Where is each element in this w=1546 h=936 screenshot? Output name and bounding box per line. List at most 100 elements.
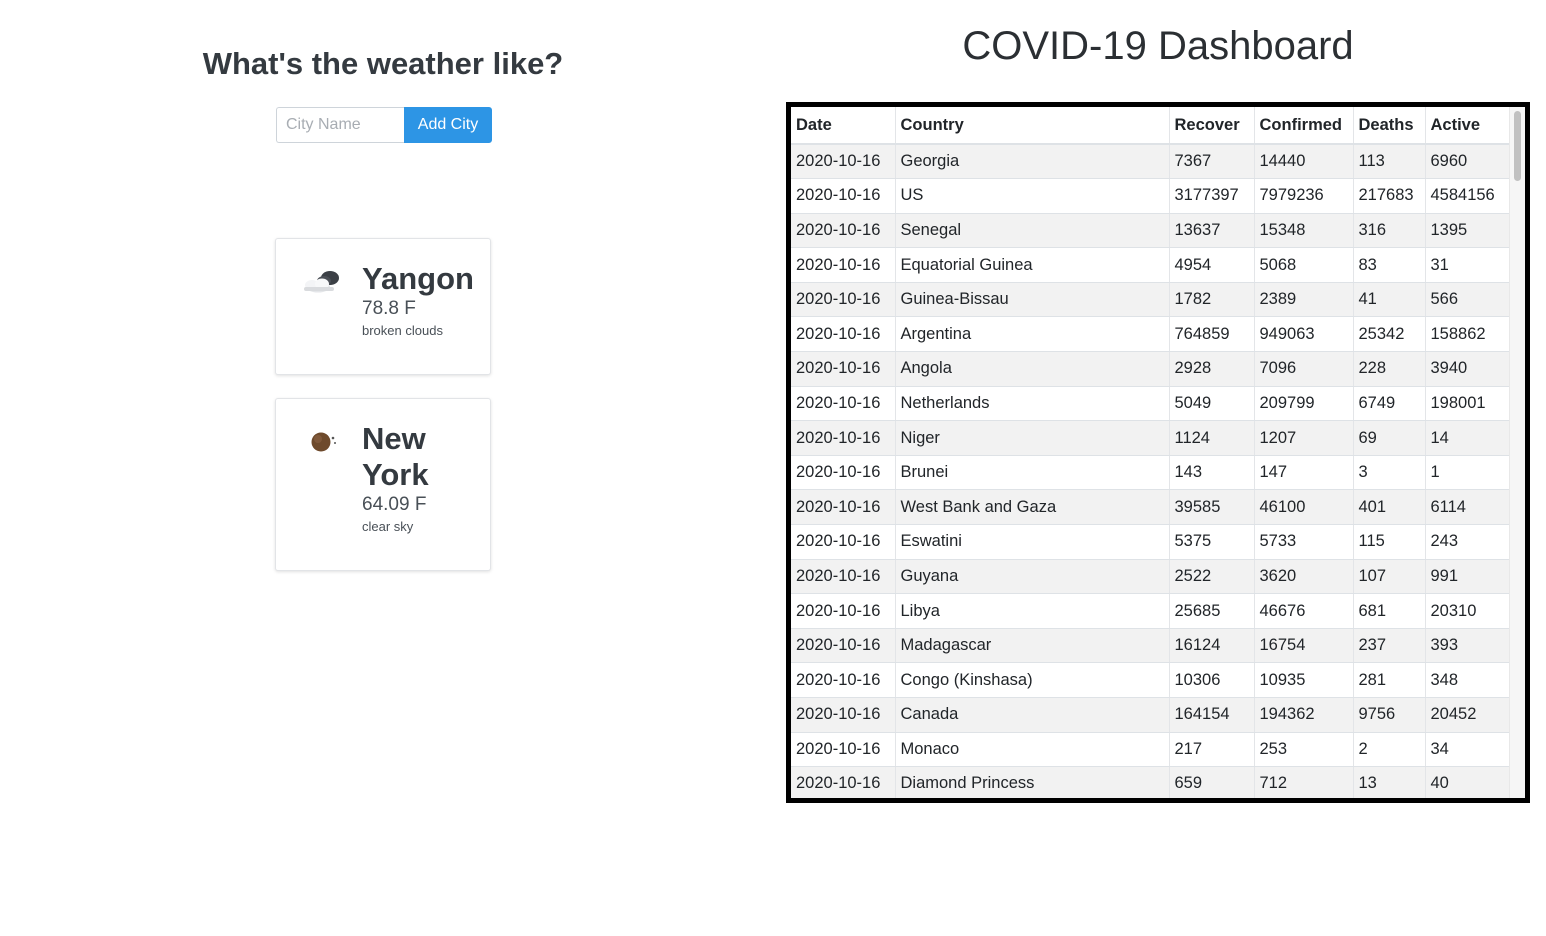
deaths-cell: 25342 <box>1352 316 1425 353</box>
date-cell: 2020-10-16 <box>791 593 895 629</box>
country-cell: Canada <box>894 697 1169 733</box>
deaths-cell: 3 <box>1352 455 1425 491</box>
city-name: New York <box>362 421 429 492</box>
weather-description: clear sky <box>362 519 414 534</box>
deaths-cell: 107 <box>1352 559 1425 595</box>
date-cell: 2020-10-16 <box>791 489 895 526</box>
recover-cell: 1782 <box>1168 282 1254 318</box>
deaths-cell: 69 <box>1352 420 1425 456</box>
active-cell: 1 <box>1424 455 1509 491</box>
broken-clouds-icon <box>300 265 346 299</box>
table-scrollbar[interactable] <box>1509 107 1525 798</box>
table-row: 2020-10-16 Georgia 7367 14440 113 6960 <box>791 144 1509 180</box>
add-city-form: Add City <box>276 107 492 143</box>
recover-cell: 10306 <box>1168 662 1254 698</box>
country-cell: Netherlands <box>894 386 1169 422</box>
column-header-confirmed: Confirmed <box>1253 107 1353 145</box>
column-header-country: Country <box>894 107 1169 145</box>
confirmed-cell: 5068 <box>1253 247 1353 283</box>
active-cell: 20310 <box>1424 593 1509 629</box>
date-cell: 2020-10-16 <box>791 628 895 664</box>
weather-card-new-york: New York 64.09 F clear sky <box>275 398 491 571</box>
clear-sky-night-icon <box>300 425 346 459</box>
confirmed-cell: 7096 <box>1253 351 1353 387</box>
date-cell: 2020-10-16 <box>791 455 895 491</box>
confirmed-cell: 5733 <box>1253 524 1353 560</box>
recover-cell: 659 <box>1168 766 1254 798</box>
date-cell: 2020-10-16 <box>791 524 895 560</box>
table-row: 2020-10-16 Madagascar 16124 16754 237 393 <box>791 628 1509 664</box>
column-header-recover: Recover <box>1168 107 1254 145</box>
date-cell: 2020-10-16 <box>791 213 895 249</box>
date-cell: 2020-10-16 <box>791 144 895 180</box>
table-row: 2020-10-16 Congo (Kinshasa) 10306 10935 281 3… <box>791 662 1509 698</box>
deaths-cell: 2 <box>1352 732 1425 768</box>
active-cell: 348 <box>1424 662 1509 698</box>
country-cell: Eswatini <box>894 524 1169 560</box>
country-cell: Angola <box>894 351 1169 387</box>
recover-cell: 16124 <box>1168 628 1254 664</box>
column-header-date: Date <box>791 107 895 145</box>
city-name: Yangon <box>362 261 474 296</box>
weather-title: What's the weather like? <box>202 46 564 81</box>
active-cell: 3940 <box>1424 351 1509 387</box>
recover-cell: 764859 <box>1168 316 1254 353</box>
temperature: 64.09 F <box>362 494 427 515</box>
deaths-cell: 113 <box>1352 144 1425 180</box>
confirmed-cell: 949063 <box>1253 316 1353 353</box>
table-row: 2020-10-16 Equatorial Guinea 4954 5068 83 31 <box>791 247 1509 283</box>
active-cell: 158862 <box>1424 316 1509 353</box>
active-cell: 566 <box>1424 282 1509 318</box>
weather-card-yangon: Yangon 78.8 F broken clouds <box>275 238 491 375</box>
table-row: 2020-10-16 Senegal 13637 15348 316 1395 <box>791 213 1509 249</box>
country-cell: Guinea-Bissau <box>894 282 1169 318</box>
deaths-cell: 237 <box>1352 628 1425 664</box>
column-header-active: Active <box>1424 107 1509 145</box>
table-row: 2020-10-16 Libya 25685 46676 681 20310 <box>791 593 1509 629</box>
date-cell: 2020-10-16 <box>791 247 895 283</box>
country-cell: Libya <box>894 593 1169 629</box>
recover-cell: 164154 <box>1168 697 1254 733</box>
country-cell: US <box>894 178 1169 214</box>
active-cell: 14 <box>1424 420 1509 456</box>
country-cell: Georgia <box>894 144 1169 180</box>
active-cell: 6960 <box>1424 144 1509 180</box>
scrollbar-thumb[interactable] <box>1514 111 1521 181</box>
deaths-cell: 681 <box>1352 593 1425 629</box>
covid-table-container[interactable]: Date Country Recover Confirmed Deaths Ac… <box>786 102 1530 803</box>
covid-table: Date Country Recover Confirmed Deaths Ac… <box>791 107 1509 798</box>
weather-description: broken clouds <box>362 323 443 338</box>
date-cell: 2020-10-16 <box>791 559 895 595</box>
add-city-button[interactable]: Add City <box>404 107 492 143</box>
recover-cell: 39585 <box>1168 489 1254 526</box>
date-cell: 2020-10-16 <box>791 732 895 768</box>
deaths-cell: 9756 <box>1352 697 1425 733</box>
confirmed-cell: 7979236 <box>1253 178 1353 214</box>
confirmed-cell: 209799 <box>1253 386 1353 422</box>
confirmed-cell: 147 <box>1253 455 1353 491</box>
date-cell: 2020-10-16 <box>791 386 895 422</box>
deaths-cell: 281 <box>1352 662 1425 698</box>
confirmed-cell: 15348 <box>1253 213 1353 249</box>
country-cell: West Bank and Gaza <box>894 489 1169 526</box>
deaths-cell: 228 <box>1352 351 1425 387</box>
confirmed-cell: 10935 <box>1253 662 1353 698</box>
active-cell: 198001 <box>1424 386 1509 422</box>
recover-cell: 217 <box>1168 732 1254 768</box>
country-cell: Monaco <box>894 732 1169 768</box>
active-cell: 40 <box>1424 766 1509 798</box>
country-cell: Equatorial Guinea <box>894 247 1169 283</box>
confirmed-cell: 253 <box>1253 732 1353 768</box>
recover-cell: 143 <box>1168 455 1254 491</box>
date-cell: 2020-10-16 <box>791 178 895 214</box>
active-cell: 1395 <box>1424 213 1509 249</box>
city-name-input[interactable] <box>276 107 404 143</box>
recover-cell: 13637 <box>1168 213 1254 249</box>
confirmed-cell: 712 <box>1253 766 1353 798</box>
country-cell: Guyana <box>894 559 1169 595</box>
deaths-cell: 115 <box>1352 524 1425 560</box>
date-cell: 2020-10-16 <box>791 766 895 798</box>
table-row: 2020-10-16 West Bank and Gaza 39585 46100 40… <box>791 489 1509 526</box>
confirmed-cell: 46676 <box>1253 593 1353 629</box>
table-row: 2020-10-16 Guinea-Bissau 1782 2389 41 566 <box>791 282 1509 318</box>
